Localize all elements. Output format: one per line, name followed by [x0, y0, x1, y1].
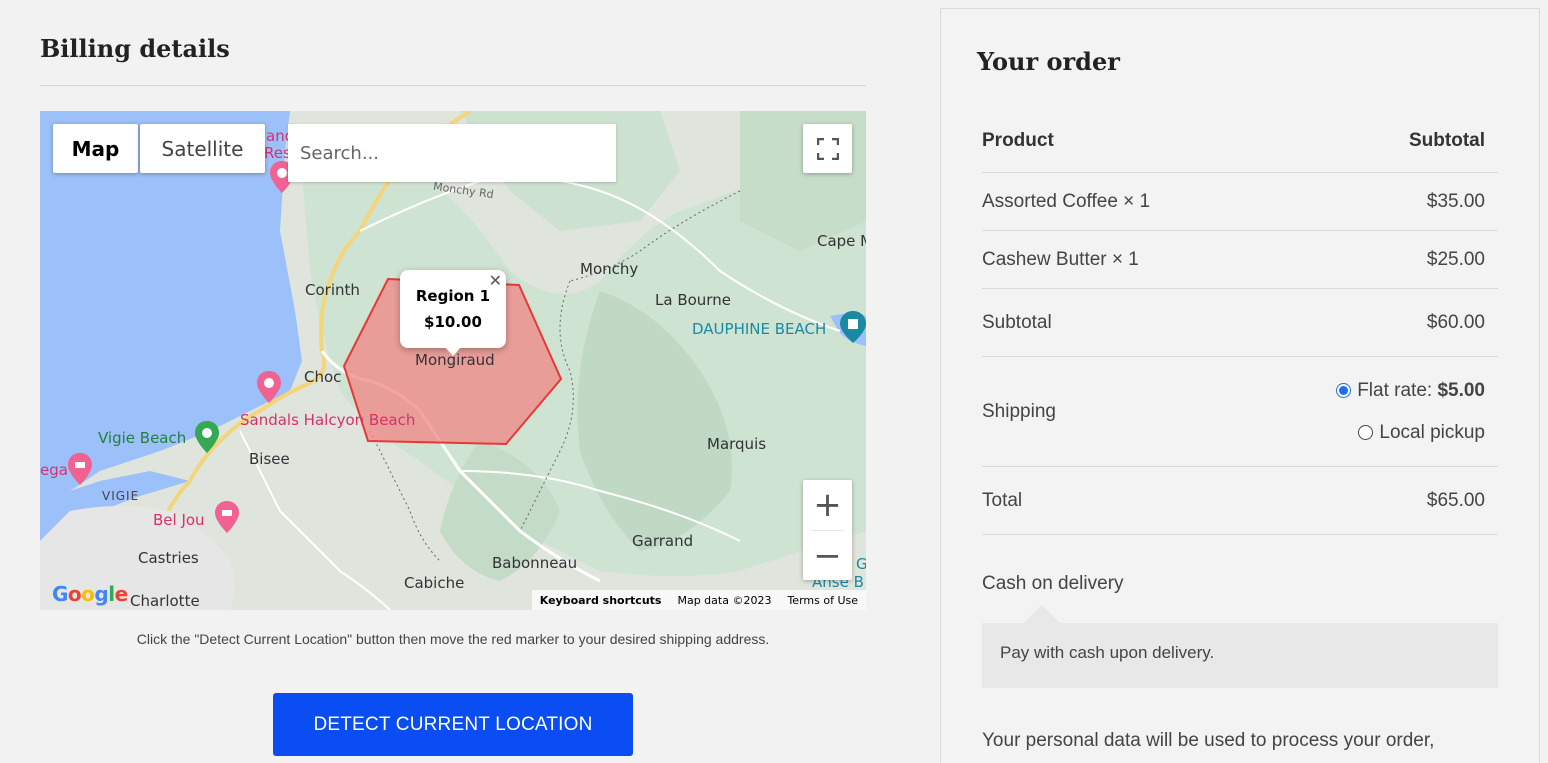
total-value: $65.00 — [1426, 489, 1485, 511]
divider — [40, 85, 866, 86]
shipping-option-flat[interactable]: Flat rate: $5.00 — [1336, 370, 1485, 412]
header-product: Product — [982, 130, 1054, 151]
map-place-label: Castries — [138, 549, 199, 567]
header-subtotal: Subtotal — [1409, 130, 1485, 151]
subtotal-label: Subtotal — [982, 311, 1052, 333]
shipping-map[interactable]: Corinth Monchy La Bourne DAUPHINE BEACH … — [40, 111, 866, 610]
google-logo: Google — [52, 582, 128, 606]
keyboard-shortcuts-link[interactable]: Keyboard shortcuts — [540, 594, 662, 607]
payment-description: Pay with cash upon delivery. — [982, 605, 1498, 688]
item-name: Cashew Butter × 1 — [982, 248, 1139, 270]
item-name: Assorted Coffee × 1 — [982, 190, 1151, 212]
map-place-label: Cape M — [817, 232, 866, 250]
map-place-label: Garrand — [632, 532, 694, 550]
map-place-label: Marquis — [707, 435, 767, 453]
subtotal-row: Subtotal $60.00 — [982, 289, 1498, 357]
map-place-label: Cabiche — [404, 574, 465, 592]
flat-rate-label: Flat rate: $5.00 — [1357, 379, 1485, 401]
terms-link[interactable]: Terms of Use — [787, 594, 858, 607]
fullscreen-button[interactable] — [803, 124, 852, 173]
map-search-input[interactable] — [288, 124, 616, 182]
total-row: Total $65.00 — [982, 467, 1498, 535]
flat-rate-radio[interactable] — [1336, 383, 1352, 398]
map-place-label: VIGIE — [102, 489, 140, 503]
zoom-in-button[interactable]: + — [803, 480, 852, 530]
map-place-label: Babonneau — [492, 554, 578, 572]
order-title: Your order — [977, 47, 1120, 76]
total-label: Total — [982, 489, 1023, 511]
fullscreen-icon — [816, 137, 839, 160]
museum-pin-icon[interactable] — [840, 311, 866, 343]
map-type-map-button[interactable]: Map — [53, 124, 138, 173]
billing-title: Billing details — [40, 34, 230, 63]
table-row: Assorted Coffee × 1 $35.00 — [982, 173, 1498, 231]
table-row: Cashew Butter × 1 $25.00 — [982, 231, 1498, 289]
payment-method-label[interactable]: Cash on delivery — [982, 573, 1124, 595]
item-price: $25.00 — [1426, 248, 1485, 270]
beach-pin-icon[interactable] — [195, 421, 219, 453]
map-place-label: La Bourne — [655, 291, 731, 309]
shipping-label: Shipping — [982, 400, 1056, 422]
hotel-pin-icon[interactable] — [68, 453, 92, 485]
zoom-out-button[interactable]: − — [803, 531, 852, 581]
map-place-label: G — [856, 555, 866, 573]
map-place-label: Sandals Halcyon Beach — [240, 411, 416, 429]
map-place-label: Corinth — [305, 281, 360, 299]
map-place-label: Monchy — [580, 260, 639, 278]
detect-location-button[interactable]: DETECT CURRENT LOCATION — [273, 693, 633, 756]
map-place-label: Choc — [304, 368, 342, 386]
map-place-label: Res — [264, 144, 291, 162]
map-instruction: Click the "Detect Current Location" butt… — [136, 631, 770, 647]
region-popup: ✕ Region 1 $10.00 — [400, 270, 506, 356]
shipping-options: Flat rate: $5.00 Local pickup — [1336, 370, 1498, 454]
table-header: Product Subtotal — [982, 110, 1498, 173]
local-pickup-radio[interactable] — [1358, 425, 1374, 440]
map-place-label: DAUPHINE BEACH — [692, 320, 827, 338]
local-pickup-label: Local pickup — [1379, 421, 1485, 443]
subtotal-value: $60.00 — [1426, 311, 1485, 333]
shipping-row: Shipping Flat rate: $5.00 Local pickup — [982, 357, 1498, 467]
map-place-label: Vigie Beach — [98, 429, 187, 447]
close-icon[interactable]: ✕ — [489, 271, 502, 290]
map-place-label: ega — [40, 461, 68, 479]
map-footer: Keyboard shortcuts Map data ©2023 Terms … — [531, 590, 866, 610]
shipping-option-local[interactable]: Local pickup — [1336, 412, 1485, 454]
hotel-pin-icon[interactable] — [215, 501, 239, 533]
map-place-label: Bisee — [249, 450, 290, 468]
item-price: $35.00 — [1426, 190, 1485, 212]
privacy-text: Your personal data will be used to proce… — [982, 730, 1435, 751]
map-type-satellite-button[interactable]: Satellite — [140, 124, 265, 173]
popup-price: $10.00 — [424, 313, 482, 331]
zoom-control: + − — [803, 480, 852, 580]
map-place-label: Bel Jou — [153, 511, 205, 529]
map-place-label: Charlotte — [130, 592, 200, 610]
map-data-text: Map data ©2023 — [677, 593, 772, 607]
poi-pin-icon[interactable] — [257, 371, 281, 403]
